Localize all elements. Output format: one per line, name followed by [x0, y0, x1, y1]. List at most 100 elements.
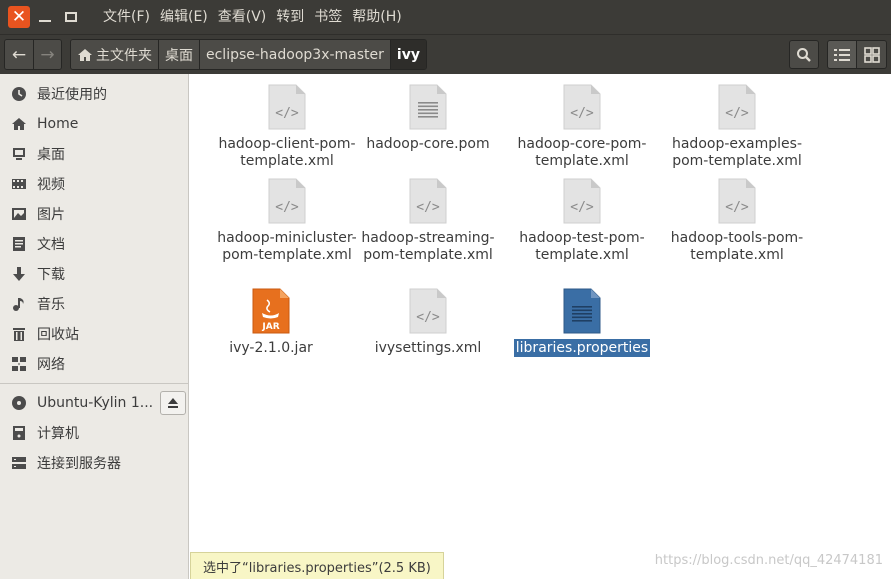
sidebar-item-label: Home — [37, 116, 79, 132]
maximize-window-button[interactable] — [60, 6, 82, 28]
breadcrumb-label: 主文件夹 — [96, 47, 152, 64]
sidebar-item-trash[interactable]: 回收站 — [0, 319, 188, 349]
menu-edit[interactable]: 编辑(E) — [155, 0, 213, 34]
menu-view[interactable]: 查看(V) — [213, 0, 272, 34]
xml-file-icon: </> — [268, 84, 306, 130]
file-name: hadoop-core-pom-template.xml — [517, 136, 647, 169]
sidebar-item-home[interactable]: Home — [0, 109, 188, 139]
trash-icon — [10, 325, 28, 343]
grid-view-button[interactable] — [857, 40, 887, 69]
sidebar-item-label: 连接到服务器 — [37, 456, 121, 472]
disc-icon — [10, 394, 28, 412]
toolbar: ← → 主文件夹 桌面 eclipse-hadoop3x-master ivy — [0, 34, 891, 74]
sidebar-item-recent[interactable]: 最近使用的 — [0, 79, 188, 109]
search-icon — [797, 47, 811, 62]
xml-file-icon: </> — [718, 84, 756, 130]
grid-view-icon — [863, 46, 880, 63]
sidebar-item-label: 网络 — [37, 357, 65, 373]
svg-text:JAR: JAR — [261, 322, 279, 332]
xml-file-icon: </> — [409, 288, 447, 334]
file-item-selected[interactable]: libraries.properties — [507, 288, 657, 357]
film-icon — [10, 175, 28, 193]
monitor-icon — [10, 145, 28, 163]
svg-text:</>: </> — [570, 200, 594, 215]
file-item[interactable]: hadoop-core.pom — [353, 84, 503, 153]
file-name: hadoop-minicluster-pom-template.xml — [217, 230, 357, 263]
sidebar-item-documents[interactable]: 文档 — [0, 229, 188, 259]
menu-help[interactable]: 帮助(H) — [347, 0, 406, 34]
sidebar-item-label: 视频 — [37, 177, 65, 193]
file-item[interactable]: </> ivysettings.xml — [353, 288, 503, 357]
breadcrumb-home[interactable]: 主文件夹 — [71, 40, 158, 69]
file-item[interactable]: </> hadoop-examples-pom-template.xml — [662, 84, 812, 170]
breadcrumb-desktop[interactable]: 桌面 — [158, 40, 199, 69]
xml-file-icon: </> — [718, 178, 756, 224]
file-item[interactable]: </> hadoop-core-pom-template.xml — [507, 84, 657, 170]
breadcrumb-ivy[interactable]: ivy — [389, 40, 426, 69]
file-name: hadoop-test-pom-template.xml — [519, 230, 645, 263]
list-view-icon — [834, 48, 850, 61]
file-name: ivy-2.1.0.jar — [229, 340, 313, 356]
music-note-icon — [10, 295, 28, 313]
sidebar-item-pictures[interactable]: 图片 — [0, 199, 188, 229]
sidebar-item-connect-server[interactable]: 连接到服务器 — [0, 448, 188, 478]
file-view: </> hadoop-client-pom-template.xml hadoo… — [190, 74, 891, 579]
text-file-icon — [409, 84, 447, 130]
sidebar-item-label: 下载 — [37, 267, 65, 283]
file-item[interactable]: </> hadoop-client-pom-template.xml — [212, 84, 362, 170]
computer-icon — [10, 424, 28, 442]
file-item[interactable]: JAR ivy-2.1.0.jar — [196, 288, 346, 357]
file-item[interactable]: </> hadoop-minicluster-pom-template.xml — [212, 178, 362, 264]
sidebar-item-label: 回收站 — [37, 327, 79, 343]
sidebar-item-downloads[interactable]: 下载 — [0, 259, 188, 289]
file-name: hadoop-streaming-pom-template.xml — [361, 230, 495, 263]
svg-text:</>: </> — [416, 200, 440, 215]
file-item[interactable]: </> hadoop-test-pom-template.xml — [507, 178, 657, 264]
search-button[interactable] — [789, 40, 819, 69]
download-arrow-icon — [10, 265, 28, 283]
maximize-icon — [65, 12, 77, 22]
document-icon — [10, 235, 28, 253]
svg-text:</>: </> — [275, 106, 299, 121]
home-icon — [78, 48, 92, 61]
file-item[interactable]: </> hadoop-tools-pom-template.xml — [662, 178, 812, 264]
sidebar-item-label: 文档 — [37, 237, 65, 253]
sidebar-item-label: 音乐 — [37, 297, 65, 313]
minimize-window-button[interactable] — [34, 6, 56, 28]
breadcrumb-eclipse[interactable]: eclipse-hadoop3x-master — [199, 40, 390, 69]
file-name: hadoop-client-pom-template.xml — [218, 136, 356, 169]
sidebar-item-label: 计算机 — [37, 426, 79, 442]
svg-text:</>: </> — [275, 200, 299, 215]
sidebar-item-desktop[interactable]: 桌面 — [0, 139, 188, 169]
close-window-button[interactable]: ✕ — [8, 6, 30, 28]
list-view-button[interactable] — [827, 40, 857, 69]
file-name: libraries.properties — [513, 339, 651, 357]
sidebar-item-ubuntu-volume[interactable]: Ubuntu-Kylin 1... — [0, 388, 188, 418]
eject-button[interactable] — [160, 391, 186, 415]
file-item[interactable]: </> hadoop-streaming-pom-template.xml — [353, 178, 503, 264]
file-name: hadoop-tools-pom-template.xml — [670, 230, 804, 263]
file-name: hadoop-core.pom — [366, 136, 490, 152]
arrow-right-icon: → — [40, 44, 55, 65]
text-file-icon — [563, 288, 601, 334]
svg-text:</>: </> — [570, 106, 594, 121]
sidebar-divider — [0, 383, 188, 384]
file-name: hadoop-examples-pom-template.xml — [671, 136, 802, 169]
forward-button[interactable]: → — [33, 40, 61, 69]
sidebar-item-videos[interactable]: 视频 — [0, 169, 188, 199]
sidebar-item-label: 最近使用的 — [37, 87, 107, 103]
home-icon — [10, 115, 28, 133]
menu-file[interactable]: 文件(F) — [98, 0, 155, 34]
svg-text:</>: </> — [725, 106, 749, 121]
file-name: ivysettings.xml — [374, 340, 482, 356]
sidebar-item-network[interactable]: 网络 — [0, 349, 188, 379]
menu-go[interactable]: 转到 — [271, 0, 309, 34]
sidebar-item-music[interactable]: 音乐 — [0, 289, 188, 319]
back-button[interactable]: ← — [5, 40, 33, 69]
title-bar: ✕ 文件(F) 编辑(E) 查看(V) 转到 书签 帮助(H) — [0, 0, 891, 34]
sidebar: 最近使用的 Home 桌面 视频 图片 文档 下载 音乐 回收站 网络 Ubun… — [0, 74, 189, 579]
minimize-icon — [39, 20, 51, 22]
sidebar-item-computer[interactable]: 计算机 — [0, 418, 188, 448]
toolbar-right — [789, 40, 887, 69]
menu-bookmarks[interactable]: 书签 — [309, 0, 347, 34]
